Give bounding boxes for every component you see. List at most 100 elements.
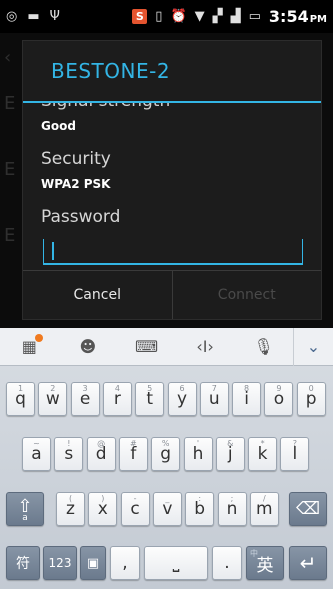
- backspace-key[interactable]: ⌫: [289, 492, 327, 526]
- signal-strength-value: Good: [41, 119, 76, 133]
- key-w[interactable]: 2w: [38, 382, 68, 416]
- key-hint: %: [161, 439, 170, 448]
- security-label: Security: [41, 149, 111, 169]
- signal-icon: ▞: [212, 9, 223, 24]
- dialog-buttons: Cancel Connect: [23, 270, 321, 319]
- key-c[interactable]: -c: [120, 492, 150, 526]
- key-hint: 5: [147, 384, 153, 393]
- key-hint: 8: [244, 384, 250, 393]
- key-q[interactable]: 1q: [6, 382, 35, 416]
- language-key[interactable]: 中 英: [246, 546, 284, 580]
- key-hint: 6: [179, 384, 185, 393]
- key-hint: 9: [276, 384, 282, 393]
- key-j[interactable]: & j: [215, 437, 245, 471]
- connect-button[interactable]: Connect: [171, 271, 322, 319]
- key-hint: 2: [50, 384, 56, 393]
- key-hint: _: [165, 494, 170, 503]
- key-s[interactable]: ! s: [54, 437, 84, 471]
- key-o[interactable]: 9o: [264, 382, 294, 416]
- key-hint: (: [68, 494, 73, 503]
- key-hint: &: [227, 439, 234, 448]
- key-n[interactable]: ; n: [217, 492, 247, 526]
- app-badge-icon: S: [132, 9, 148, 24]
- key-t[interactable]: 5t: [135, 382, 165, 416]
- key-hint: #: [130, 439, 137, 448]
- background-list-item: E: [4, 225, 16, 246]
- mic-icon[interactable]: 🎙: [234, 328, 293, 366]
- dialog-title: BESTONE-2: [23, 41, 321, 103]
- background-back-icon: ‹: [4, 47, 12, 68]
- puzzle-icon[interactable]: ▦: [0, 328, 59, 366]
- key-a[interactable]: ~ a: [22, 437, 51, 471]
- key-hint: :: [198, 494, 202, 503]
- comma-key[interactable]: ,: [110, 546, 140, 580]
- keyboard-icon[interactable]: ⌨: [117, 328, 176, 366]
- soft-keyboard: ▦ ☻ ⌨ ‹I› 🎙 ⌄ 1q2w3e4r5t6y7u8i9o0p ~ a! s @…: [0, 327, 333, 589]
- signal-icon-2: ▟: [230, 9, 241, 24]
- key-m[interactable]: / m: [249, 492, 279, 526]
- status-right-icons: S ▯ ⏰ ▼ ▞ ▟ ▭ 3:54PM: [132, 7, 327, 26]
- cancel-button[interactable]: Cancel: [23, 271, 172, 319]
- status-bar: ◎ ▬ Ψ S ▯ ⏰ ▼ ▞ ▟ ▭ 3:54PM: [0, 0, 333, 33]
- key-hint: !: [67, 439, 71, 448]
- background-list-item: E: [4, 159, 16, 180]
- key-hint: 4: [114, 384, 120, 393]
- usb-icon: ▬: [27, 9, 40, 24]
- key-v[interactable]: _ v: [152, 492, 182, 526]
- key-r[interactable]: 4r: [102, 382, 132, 416]
- key-d[interactable]: @ d: [86, 437, 116, 471]
- security-value: WPA2 PSK: [41, 177, 111, 191]
- enter-key[interactable]: ↵: [289, 546, 327, 580]
- key-p[interactable]: 0p: [296, 382, 326, 416]
- vibrate-icon: ▯: [155, 9, 163, 24]
- key-hint: 1: [17, 384, 24, 393]
- numbers-key[interactable]: 123: [43, 546, 77, 580]
- key-z[interactable]: (z: [56, 492, 85, 526]
- key-hint: 0: [308, 384, 314, 393]
- key-g[interactable]: % g: [151, 437, 181, 471]
- key-u[interactable]: 7u: [199, 382, 229, 416]
- key-hint: ): [101, 494, 105, 503]
- key-hint: 3: [82, 384, 88, 393]
- notification-dot: [34, 333, 43, 342]
- emoji-icon[interactable]: ☻: [59, 328, 118, 366]
- key-hint: ;: [230, 494, 234, 503]
- key-hint: @: [97, 439, 106, 448]
- key-f[interactable]: # f: [118, 437, 148, 471]
- key-hint: *: [260, 439, 265, 448]
- shift-key[interactable]: ⇧ a: [6, 492, 44, 526]
- key-hint: 7: [211, 384, 217, 393]
- key-x[interactable]: ) x: [88, 492, 118, 526]
- key-k[interactable]: * k: [248, 437, 278, 471]
- key-hint: /: [262, 494, 266, 503]
- key-l[interactable]: ? l: [280, 437, 310, 471]
- battery-icon: ▭: [248, 9, 261, 24]
- space-key[interactable]: ⎵: [144, 546, 208, 580]
- key-e[interactable]: 3e: [70, 382, 100, 416]
- keyboard-toolbar: ▦ ☻ ⌨ ‹I› 🎙 ⌄: [0, 327, 333, 366]
- status-left-icons: ◎ ▬ Ψ: [6, 10, 132, 23]
- period-key[interactable]: .: [212, 546, 242, 580]
- key-b[interactable]: :b: [185, 492, 215, 526]
- wifi-icon: ▼: [194, 9, 205, 24]
- key-hint: -: [133, 494, 137, 503]
- chevron-down-icon[interactable]: ⌄: [292, 327, 333, 366]
- key-hint: ?: [292, 439, 298, 448]
- key-hint: ': [196, 439, 200, 448]
- status-time: 3:54PM: [268, 7, 327, 26]
- key-h[interactable]: ' h: [183, 437, 213, 471]
- key-i[interactable]: 8i: [232, 382, 262, 416]
- wifi-connect-dialog: BESTONE-2 Signal strength Good Security …: [22, 40, 322, 320]
- cursor-icon[interactable]: ‹I›: [176, 328, 235, 366]
- key-hint: ~: [33, 439, 40, 448]
- alarm-icon: ⏰: [170, 9, 187, 24]
- antenna-icon: Ψ: [49, 9, 60, 24]
- key-y[interactable]: 6y: [167, 382, 197, 416]
- password-input[interactable]: [43, 239, 303, 265]
- dialog-body[interactable]: Signal strength Good Security WPA2 PSK P…: [23, 103, 321, 271]
- keyboard-switch-icon[interactable]: ▣: [80, 546, 106, 580]
- signal-strength-label: Signal strength: [41, 103, 170, 111]
- symbols-key[interactable]: 符: [6, 546, 40, 580]
- text-cursor: [52, 242, 54, 260]
- screen: ◎ ▬ Ψ S ▯ ⏰ ▼ ▞ ▟ ▭ 3:54PM ‹ E E E BESTO…: [0, 0, 333, 589]
